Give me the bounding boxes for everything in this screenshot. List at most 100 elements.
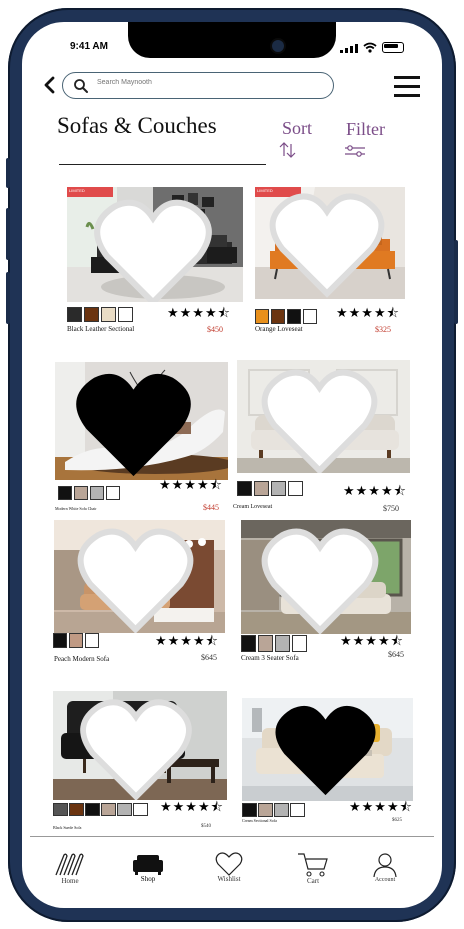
swatch-grey[interactable]: [90, 486, 104, 500]
swatch-grey[interactable]: [275, 635, 290, 652]
power-button: [454, 240, 458, 324]
product-price: $540: [201, 824, 211, 829]
swatch-white[interactable]: [303, 309, 317, 324]
swatch-orange[interactable]: [255, 309, 269, 324]
search-icon: [74, 79, 88, 93]
color-swatches: [242, 803, 305, 817]
wishlist-heart-icon[interactable]: [241, 524, 405, 634]
back-arrow-icon[interactable]: [42, 76, 58, 94]
wishlist-heart-icon[interactable]: [242, 699, 411, 801]
filter-sliders-icon[interactable]: [344, 144, 366, 158]
wishlist-heart-icon[interactable]: [237, 365, 406, 473]
bottom-tab-bar: Home Shop Wishlist Cart Account: [30, 836, 434, 897]
page-title: Sofas & Couches: [57, 113, 217, 138]
wifi-icon: [363, 42, 377, 53]
product-name[interactable]: Orange Loveseat: [255, 325, 303, 333]
tab-cart[interactable]: Cart: [293, 851, 333, 885]
product-name[interactable]: Cream Sectional Sofa: [242, 818, 277, 823]
user-icon: [373, 853, 397, 878]
swatch-peach[interactable]: [69, 633, 83, 648]
search-input[interactable]: [95, 78, 319, 87]
mute-switch: [6, 158, 10, 188]
search-bar[interactable]: [62, 72, 334, 99]
product-image-cream-3-seater-sofa[interactable]: [241, 520, 411, 634]
swatch-black[interactable]: [242, 803, 257, 817]
product-name[interactable]: Modern White Sofa Chair: [55, 506, 97, 511]
swatch-black[interactable]: [58, 486, 72, 500]
product-image-black-suede-sofa[interactable]: [53, 691, 227, 800]
tab-label: Shop: [140, 875, 156, 883]
sort-arrows-icon[interactable]: [278, 140, 298, 160]
tab-shop[interactable]: Shop: [128, 851, 168, 883]
product-name[interactable]: Black Leather Sectional: [67, 325, 134, 333]
status-icons: [340, 42, 404, 53]
wishlist-heart-icon[interactable]: [54, 524, 221, 633]
tab-wishlist[interactable]: Wishlist: [207, 851, 251, 883]
sort-button[interactable]: Sort: [282, 118, 312, 139]
product-name[interactable]: Black Suede Sofa: [53, 825, 81, 830]
filter-button[interactable]: Filter: [346, 119, 385, 140]
title-underline: [59, 164, 266, 165]
rating-stars: ★★★★⯪: [160, 800, 224, 815]
product-image-peach-modern-sofa[interactable]: [54, 520, 225, 633]
swatch-taupe[interactable]: [254, 481, 269, 496]
product-image-orange-loveseat[interactable]: LIMITED: [255, 187, 405, 299]
product-name[interactable]: Peach Modern Sofa: [54, 655, 109, 663]
swatch-brown[interactable]: [84, 307, 99, 322]
product-image-cream-loveseat[interactable]: [237, 360, 410, 473]
swatch-taupe[interactable]: [258, 803, 273, 817]
cart-icon: [298, 853, 328, 877]
rating-stars: ★★★★⯪: [167, 306, 231, 321]
swatch-white[interactable]: [133, 803, 148, 816]
color-swatches: [58, 486, 120, 500]
tab-label: Cart: [306, 877, 320, 885]
swatch-black[interactable]: [67, 307, 82, 322]
swatch-black[interactable]: [287, 309, 301, 324]
volume-down-button: [6, 272, 10, 324]
tab-home[interactable]: Home: [50, 851, 90, 885]
color-swatches: [67, 307, 133, 322]
swatch-grey[interactable]: [274, 803, 289, 817]
swatch-brown[interactable]: [69, 803, 84, 816]
swatch-taupe[interactable]: [258, 635, 273, 652]
product-price: $445: [203, 503, 219, 512]
swatch-white[interactable]: [106, 486, 120, 500]
swatch-black[interactable]: [85, 803, 100, 816]
product-image-modern-white-sofa-chair[interactable]: [55, 362, 228, 480]
swatch-cream[interactable]: [101, 307, 116, 322]
wishlist-heart-icon[interactable]: [55, 366, 220, 480]
product-name[interactable]: Cream Loveseat: [233, 504, 272, 510]
swatch-black[interactable]: [237, 481, 252, 496]
wishlist-heart-icon[interactable]: [67, 195, 241, 302]
swatch-white[interactable]: [290, 803, 305, 817]
swatch-grey[interactable]: [117, 803, 132, 816]
color-swatches: [241, 635, 307, 652]
product-price: $325: [375, 325, 391, 334]
swatch-brown[interactable]: [271, 309, 285, 324]
wishlist-heart-icon[interactable]: [53, 695, 223, 800]
rating-stars: ★★★★⯪: [340, 634, 404, 649]
swatch-white[interactable]: [118, 307, 133, 322]
swatch-black[interactable]: [241, 635, 256, 652]
hamburger-menu-icon[interactable]: [394, 74, 420, 98]
swatch-taupe[interactable]: [101, 803, 116, 816]
product-image-black-leather-sectional[interactable]: LIMITED: [67, 187, 243, 302]
swatch-white[interactable]: [288, 481, 303, 496]
swatch-black[interactable]: [53, 633, 67, 648]
swatch-charcoal[interactable]: [53, 803, 68, 816]
notch: [128, 22, 336, 58]
battery-icon: [382, 42, 404, 53]
color-swatches: [53, 633, 99, 648]
product-name[interactable]: Cream 3 Seater Sofa: [241, 654, 299, 662]
swatch-white[interactable]: [292, 635, 307, 652]
swatch-white[interactable]: [85, 633, 99, 648]
product-price: $750: [383, 504, 399, 513]
product-image-cream-sectional-sofa[interactable]: [242, 698, 413, 801]
swatch-grey[interactable]: [271, 481, 286, 496]
product-price: $645: [201, 653, 217, 662]
tab-account[interactable]: Account: [365, 851, 405, 883]
wishlist-heart-icon[interactable]: [255, 189, 402, 299]
home-logo-icon: [55, 853, 84, 876]
swatch-taupe[interactable]: [74, 486, 88, 500]
color-swatches: [237, 481, 303, 496]
